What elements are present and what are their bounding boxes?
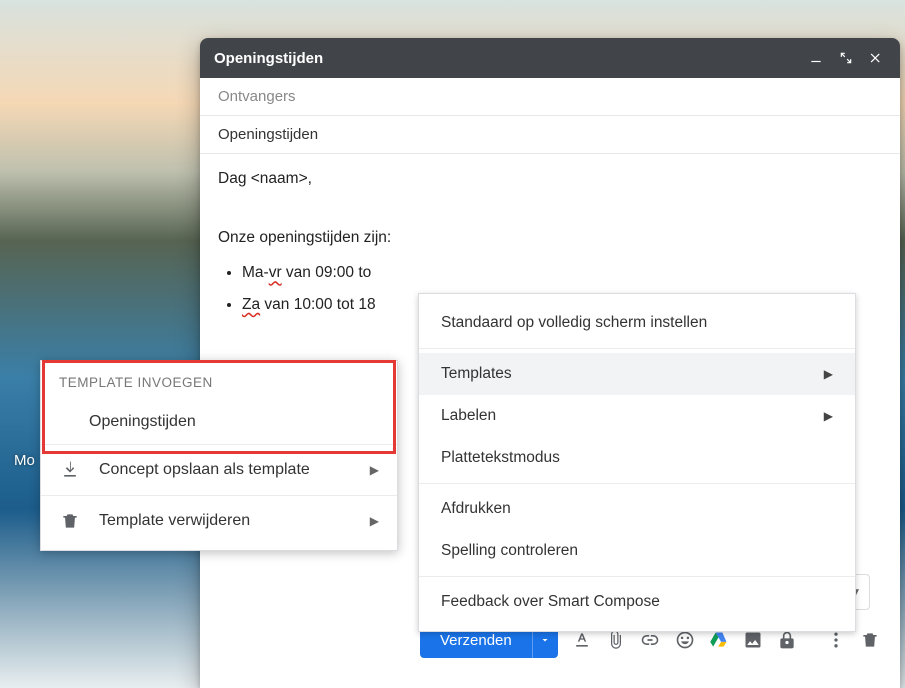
trash-icon xyxy=(59,510,81,532)
more-options-menu: Standaard op volledig scherm instellen T… xyxy=(418,293,856,632)
expand-icon[interactable] xyxy=(836,48,856,68)
minimize-icon[interactable] xyxy=(806,48,826,68)
templates-insert-header: TEMPLATE INVOEGEN xyxy=(41,361,397,400)
menu-item-smartcompose[interactable]: Feedback over Smart Compose xyxy=(419,581,855,623)
chevron-right-icon: ▶ xyxy=(824,367,833,381)
chevron-right-icon: ▶ xyxy=(370,514,379,528)
close-icon[interactable] xyxy=(866,48,886,68)
confidential-icon[interactable] xyxy=(777,629,797,651)
image-icon[interactable] xyxy=(743,629,763,651)
link-icon[interactable] xyxy=(640,629,660,651)
body-intro: Onze openingstijden zijn: xyxy=(218,223,882,252)
text-format-icon[interactable] xyxy=(572,629,592,651)
attach-icon[interactable] xyxy=(606,629,626,651)
bg-label: Mo xyxy=(14,452,35,469)
menu-item-plaintext[interactable]: Plattetekstmodus xyxy=(419,437,855,479)
compose-title: Openingstijden xyxy=(214,50,796,67)
menu-item-fullscreen[interactable]: Standaard op volledig scherm instellen xyxy=(419,302,855,344)
compose-titlebar: Openingstijden xyxy=(200,38,900,78)
subject-field[interactable]: Openingstijden xyxy=(200,116,900,154)
body-greeting: Dag <naam>, xyxy=(218,164,882,193)
template-delete[interactable]: Template verwijderen ▶ xyxy=(41,495,397,546)
template-item-openingstijden[interactable]: Openingstijden xyxy=(41,400,397,444)
emoji-icon[interactable] xyxy=(674,629,694,651)
drive-icon[interactable] xyxy=(709,629,729,651)
menu-item-spellcheck[interactable]: Spelling controleren xyxy=(419,530,855,572)
recipients-field[interactable]: Ontvangers xyxy=(200,78,900,116)
more-options-icon[interactable] xyxy=(825,629,845,651)
chevron-right-icon: ▶ xyxy=(370,463,379,477)
download-icon xyxy=(59,459,81,481)
list-item: Ma-vr van 09:00 to xyxy=(242,258,882,287)
chevron-right-icon: ▶ xyxy=(824,409,833,423)
templates-submenu: TEMPLATE INVOEGEN Openingstijden Concept… xyxy=(40,360,398,551)
menu-item-templates[interactable]: Templates▶ xyxy=(419,353,855,395)
menu-item-label[interactable]: Labelen▶ xyxy=(419,395,855,437)
template-save-as[interactable]: Concept opslaan als template ▶ xyxy=(41,444,397,495)
menu-item-print[interactable]: Afdrukken xyxy=(419,488,855,530)
discard-icon[interactable] xyxy=(860,629,880,651)
